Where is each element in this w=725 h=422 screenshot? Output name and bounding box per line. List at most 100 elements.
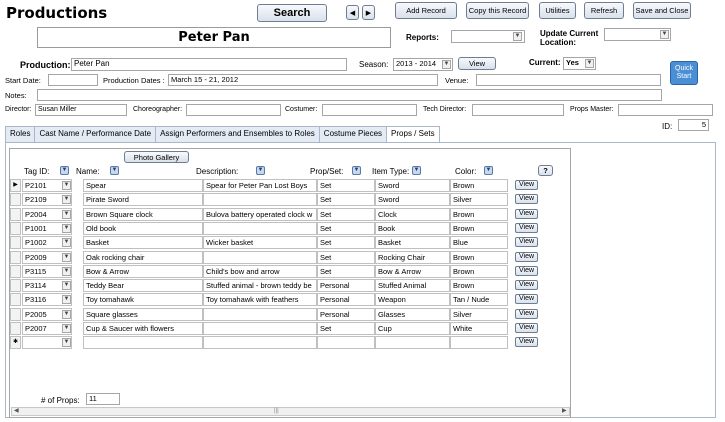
cell-desc[interactable]: Toy tomahawk with feathers bbox=[203, 293, 317, 307]
cell-desc[interactable] bbox=[203, 221, 317, 235]
record-selector[interactable] bbox=[10, 207, 21, 221]
view-button[interactable]: View bbox=[515, 323, 538, 333]
cell-color[interactable]: Brown bbox=[450, 221, 508, 235]
chevron-down-icon[interactable]: ▼ bbox=[62, 338, 71, 348]
view-button[interactable]: View bbox=[515, 208, 538, 219]
table-row[interactable]: P2009 ▼ Oak rocking chair Set Rocking Chair B… bbox=[10, 250, 538, 265]
chevron-down-icon[interactable]: ▼ bbox=[62, 238, 71, 248]
chevron-down-icon[interactable]: ▼ bbox=[660, 30, 669, 39]
record-selector[interactable] bbox=[10, 293, 21, 307]
tab-assign-performers[interactable]: Assign Performers and Ensembles to Roles bbox=[155, 126, 320, 142]
sort-icon[interactable]: ▼ bbox=[60, 166, 69, 175]
add-record-button[interactable]: Add Record bbox=[395, 2, 457, 19]
cell-color[interactable]: Silver bbox=[450, 307, 508, 321]
cell-desc[interactable] bbox=[203, 322, 317, 335]
chevron-down-icon[interactable]: ▼ bbox=[62, 195, 71, 205]
tab-cast-name[interactable]: Cast Name / Performance Date bbox=[34, 126, 157, 142]
cell-type[interactable] bbox=[375, 336, 450, 350]
cell-propset[interactable]: Personal bbox=[317, 279, 375, 293]
cell-propset[interactable]: Set bbox=[317, 207, 375, 221]
tab-costume-pieces[interactable]: Costume Pieces bbox=[318, 126, 388, 142]
view-button[interactable]: View bbox=[515, 251, 538, 262]
cell-color[interactable]: Blue bbox=[450, 236, 508, 250]
cell-name[interactable]: Spear bbox=[83, 179, 203, 192]
cell-propset[interactable] bbox=[317, 336, 375, 350]
costumer-field[interactable] bbox=[322, 104, 417, 116]
scroll-left-icon[interactable]: ◀ bbox=[14, 408, 19, 415]
record-selector[interactable] bbox=[10, 193, 21, 207]
table-row[interactable]: P2109 ▼ Pirate Sword Set Sword Silver View bbox=[10, 193, 538, 207]
utilities-button[interactable]: Utilities bbox=[539, 2, 576, 19]
chevron-down-icon[interactable]: ▼ bbox=[62, 252, 71, 262]
production-field[interactable]: Peter Pan bbox=[71, 58, 347, 71]
chevron-down-icon[interactable]: ▼ bbox=[62, 295, 71, 305]
id-field[interactable]: 5 bbox=[678, 119, 709, 131]
refresh-button[interactable]: Refresh bbox=[584, 2, 624, 19]
chevron-down-icon[interactable]: ▼ bbox=[62, 181, 71, 190]
production-dates-field[interactable]: March 15 - 21, 2012 bbox=[168, 74, 438, 86]
cell-type[interactable]: Book bbox=[375, 221, 450, 235]
chevron-down-icon[interactable]: ▼ bbox=[513, 32, 522, 41]
cell-propset[interactable]: Set bbox=[317, 250, 375, 264]
record-selector[interactable] bbox=[10, 322, 21, 335]
venue-field[interactable] bbox=[476, 74, 661, 86]
start-date-field[interactable] bbox=[48, 74, 98, 86]
chevron-down-icon[interactable]: ▼ bbox=[62, 209, 71, 219]
cell-type[interactable]: Rocking Chair bbox=[375, 250, 450, 264]
cell-name[interactable]: Pirate Sword bbox=[83, 193, 203, 207]
horizontal-scrollbar[interactable]: ◀ ||| ▶ bbox=[11, 407, 570, 416]
record-selector[interactable] bbox=[10, 221, 21, 235]
view-button[interactable]: View bbox=[515, 294, 538, 305]
director-field[interactable]: Susan Miller bbox=[35, 104, 127, 116]
chevron-down-icon[interactable]: ▼ bbox=[62, 309, 71, 319]
cell-desc[interactable]: Bulova battery operated clock w bbox=[203, 207, 317, 221]
view-button[interactable]: View bbox=[515, 194, 538, 205]
chevron-down-icon[interactable]: ▼ bbox=[442, 60, 451, 69]
sort-icon[interactable]: ▼ bbox=[352, 166, 361, 175]
tech-director-field[interactable] bbox=[472, 104, 564, 116]
next-record-button[interactable]: ▶ bbox=[362, 5, 375, 20]
cell-propset[interactable]: Personal bbox=[317, 293, 375, 307]
cell-name[interactable]: Old book bbox=[83, 221, 203, 235]
view-button[interactable]: View bbox=[515, 308, 538, 319]
cell-color[interactable]: Brown bbox=[450, 250, 508, 264]
cell-desc[interactable]: Child's bow and arrow bbox=[203, 264, 317, 278]
table-row[interactable]: P1001 ▼ Old book Set Book Brown View bbox=[10, 221, 538, 236]
sort-icon[interactable]: ▼ bbox=[110, 166, 119, 175]
chevron-down-icon[interactable]: ▼ bbox=[62, 223, 71, 233]
table-row[interactable]: P1002 ▼ Basket Wicker basket Set Basket Blue Vi… bbox=[10, 236, 538, 250]
record-selector[interactable] bbox=[10, 264, 21, 278]
chevron-down-icon[interactable]: ▼ bbox=[585, 59, 594, 68]
cell-type[interactable]: Basket bbox=[375, 236, 450, 250]
cell-name[interactable]: Square glasses bbox=[83, 307, 203, 321]
view-button[interactable]: View bbox=[515, 180, 538, 190]
search-button[interactable]: Search bbox=[257, 4, 327, 22]
cell-desc[interactable] bbox=[203, 336, 317, 350]
cell-desc[interactable]: Spear for Peter Pan Lost Boys bbox=[203, 179, 317, 192]
cell-desc[interactable] bbox=[203, 307, 317, 321]
copy-record-button[interactable]: Copy this Record bbox=[466, 2, 529, 19]
sort-icon[interactable]: ▼ bbox=[256, 166, 265, 175]
tab-roles[interactable]: Roles bbox=[5, 126, 36, 142]
view-button[interactable]: View bbox=[515, 237, 538, 248]
cell-type[interactable]: Clock bbox=[375, 207, 450, 221]
table-row[interactable]: P3115 ▼ Bow & Arrow Child's bow and arrow Se… bbox=[10, 264, 538, 279]
scroll-thumb-icon[interactable]: ||| bbox=[274, 408, 279, 415]
cell-desc[interactable]: Wicker basket bbox=[203, 236, 317, 250]
cell-propset[interactable]: Set bbox=[317, 264, 375, 278]
cell-type[interactable]: Bow & Arrow bbox=[375, 264, 450, 278]
table-row[interactable]: P3116 ▼ Toy tomahawk Toy tomahawk with feat… bbox=[10, 293, 538, 307]
cell-type[interactable]: Cup bbox=[375, 322, 450, 335]
chevron-down-icon[interactable]: ▼ bbox=[62, 266, 71, 276]
cell-type[interactable]: Glasses bbox=[375, 307, 450, 321]
table-row[interactable]: P2004 ▼ Brown Square clock Bulova battery o… bbox=[10, 207, 538, 222]
record-selector[interactable] bbox=[10, 236, 21, 250]
record-selector[interactable] bbox=[10, 279, 21, 293]
season-view-button[interactable]: View bbox=[458, 57, 496, 70]
cell-name[interactable]: Bow & Arrow bbox=[83, 264, 203, 278]
table-row[interactable]: ▶ P2101 ▼ Spear Spear for Peter Pan Lost Boy… bbox=[10, 179, 538, 193]
table-row[interactable]: P2007 ▼ Cup & Saucer with flowers Set Cup Whi… bbox=[10, 322, 538, 336]
view-button[interactable]: View bbox=[515, 265, 538, 276]
new-record-row[interactable]: ✱ ▼ View bbox=[10, 336, 538, 350]
photo-gallery-button[interactable]: Photo Gallery bbox=[124, 151, 189, 163]
